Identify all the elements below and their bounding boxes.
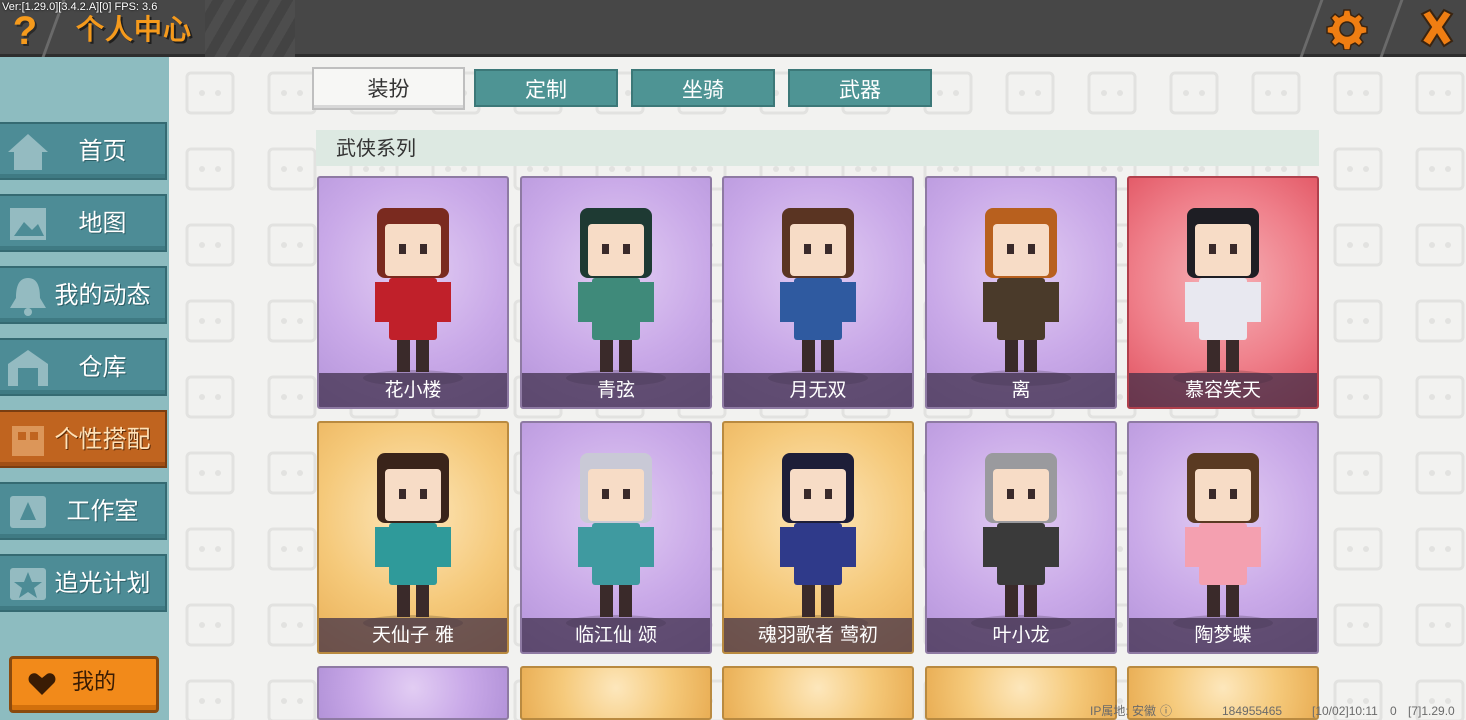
skin-name: 魂羽歌者 莺初 xyxy=(724,618,912,652)
sidebar-item-label: 工作室 xyxy=(66,497,139,525)
datetime: [10/02]10:11 xyxy=(1312,704,1378,718)
section-title: 武侠系列 xyxy=(336,136,416,160)
mine-label: 我的 xyxy=(72,670,117,695)
tab-outfit[interactable]: 装扮 xyxy=(312,67,465,110)
skin-name: 花小楼 xyxy=(319,373,507,407)
tab-mount[interactable]: 坐骑 xyxy=(631,69,775,107)
sidebar-item-label: 个性搭配 xyxy=(54,425,151,453)
heart-icon xyxy=(28,673,56,695)
skin-card[interactable]: 陶梦蝶 xyxy=(1127,421,1319,654)
skin-name: 陶梦蝶 xyxy=(1129,618,1317,652)
skin-card[interactable] xyxy=(722,666,914,720)
gear-icon[interactable] xyxy=(1326,8,1368,50)
skin-name: 天仙子 雅 xyxy=(319,618,507,652)
sidebar-item-label: 我的动态 xyxy=(54,281,151,309)
divider xyxy=(1299,0,1324,57)
sidebar-item-warehouse[interactable]: 仓库 xyxy=(0,338,167,396)
build-version: [7]1.29.0 xyxy=(1408,704,1455,718)
skin-card[interactable] xyxy=(925,666,1117,720)
page-title: 个人中心 xyxy=(76,13,193,46)
skin-card[interactable]: 月无双 xyxy=(722,176,914,409)
sidebar-item-label: 首页 xyxy=(78,137,127,165)
skin-card[interactable]: 天仙子 雅 xyxy=(317,421,509,654)
skin-card[interactable]: 慕容笑天 xyxy=(1127,176,1319,409)
skin-card[interactable]: 花小楼 xyxy=(317,176,509,409)
sidebar-item-map[interactable]: 地图 xyxy=(0,194,167,252)
skin-name: 离 xyxy=(927,373,1115,407)
ip-location: IP属地: 安徽 xyxy=(1090,704,1157,718)
sidebar-item-label: 追光计划 xyxy=(54,569,151,597)
sidebar: 首页 地图 我的动态 仓库 个性搭配 工作室 追光计划 xyxy=(0,57,169,720)
tab-weapon[interactable]: 武器 xyxy=(788,69,932,107)
skin-name: 慕容笑天 xyxy=(1129,373,1317,407)
help-button[interactable]: ? xyxy=(8,8,42,54)
version-text: Ver:[1.29.0][3.4.2.A][0] FPS: 3.6 xyxy=(2,1,158,13)
sidebar-item-plan[interactable]: 追光计划 xyxy=(0,554,167,612)
section-header: 武侠系列 xyxy=(316,130,1319,166)
channel: 0 xyxy=(1390,704,1397,718)
sidebar-item-home[interactable]: 首页 xyxy=(0,122,167,180)
close-icon[interactable] xyxy=(1408,4,1466,54)
divider xyxy=(1379,0,1404,57)
sidebar-item-label: 仓库 xyxy=(78,353,127,381)
skin-card[interactable]: 叶小龙 xyxy=(925,421,1117,654)
skin-card[interactable]: 青弦 xyxy=(520,176,712,409)
skin-card[interactable]: 魂羽歌者 莺初 xyxy=(722,421,914,654)
skin-name: 月无双 xyxy=(724,373,912,407)
skin-card[interactable] xyxy=(317,666,509,720)
skin-name: 青弦 xyxy=(522,373,710,407)
title-bar-stripes xyxy=(205,0,295,57)
sidebar-item-studio[interactable]: 工作室 xyxy=(0,482,167,540)
skin-name: 临江仙 颂 xyxy=(522,618,710,652)
top-bar: ? 个人中心 Ver:[1.29.0][3.4.2.A][0] FPS: 3.6 xyxy=(0,0,1466,57)
skin-card[interactable]: 临江仙 颂 xyxy=(520,421,712,654)
user-id: 184955465 xyxy=(1222,704,1283,718)
tab-custom[interactable]: 定制 xyxy=(474,69,618,107)
info-icon[interactable]: ⓘ xyxy=(1160,703,1172,720)
mine-button[interactable]: 我的 xyxy=(9,656,159,713)
sidebar-item-feed[interactable]: 我的动态 xyxy=(0,266,167,324)
sidebar-item-label: 地图 xyxy=(78,209,127,237)
skin-name: 叶小龙 xyxy=(927,618,1115,652)
skin-card[interactable]: 离 xyxy=(925,176,1117,409)
skin-card[interactable] xyxy=(520,666,712,720)
sidebar-item-outfit[interactable]: 个性搭配 xyxy=(0,410,167,468)
